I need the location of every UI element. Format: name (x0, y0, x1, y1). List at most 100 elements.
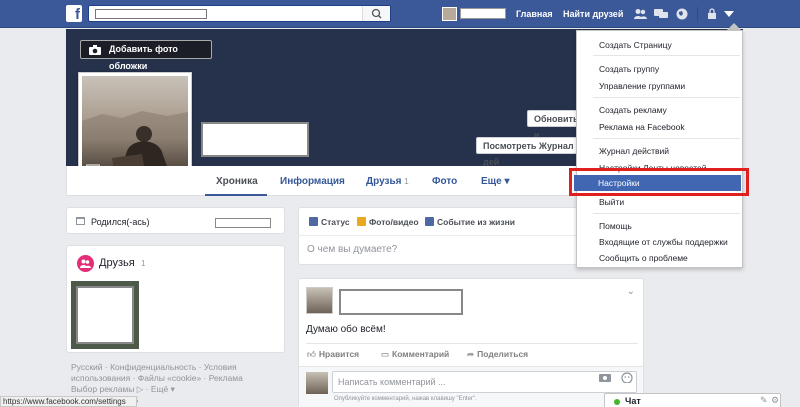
camera-icon (89, 44, 101, 61)
chat-bar[interactable]: Чат ✎ ⚙ (604, 393, 781, 407)
online-status-dot (614, 399, 620, 405)
commenter-avatar (306, 372, 328, 394)
comment-label: Комментарий (392, 349, 450, 359)
add-cover-photo-button[interactable]: Добавить фото обложки (80, 40, 212, 71)
composer-tab-status[interactable]: Статус (309, 217, 350, 227)
calendar-icon (76, 216, 85, 227)
footer-line[interactable]: Выбор рекламы ▷ · Ещё ▾ (71, 384, 271, 395)
facebook-logo[interactable]: f (66, 5, 82, 22)
like-button[interactable]: 👍︎ Нравится (307, 349, 359, 360)
menu-item-support-inbox[interactable]: Входящие от службы поддержки (599, 237, 741, 247)
search-input[interactable] (88, 5, 391, 22)
composer-tab-life-event[interactable]: Событие из жизни (425, 217, 515, 227)
settings-highlight-annotation (569, 168, 749, 196)
tab-photos[interactable]: Фото (432, 176, 457, 187)
account-menu-chevron-down-icon[interactable] (724, 9, 734, 21)
friends-icon (77, 255, 94, 272)
menu-divider (593, 97, 740, 98)
nav-profile-name-redaction[interactable] (460, 8, 506, 19)
nav-separator (697, 7, 698, 21)
ad-choices-icon: ▷ (136, 384, 144, 394)
menu-divider (593, 55, 740, 56)
menu-item-report-problem[interactable]: Сообщить о проблеме (599, 253, 688, 263)
composer-photo-label: Фото/видео (369, 217, 419, 227)
ad-choices-link[interactable]: Выбор рекламы (71, 384, 134, 394)
menu-item-create-ad[interactable]: Создать рекламу (599, 105, 667, 115)
friends-card-title[interactable]: Друзья (99, 257, 135, 269)
composer-input[interactable]: О чем вы думаете? (307, 244, 397, 255)
active-tab-indicator (205, 194, 267, 196)
chat-settings-gear-icon[interactable]: ⚙ (771, 395, 779, 406)
menu-item-manage-groups[interactable]: Управление группами (599, 81, 685, 91)
comment-sticker-icon[interactable] (621, 371, 633, 386)
post-text: Думаю обо всём! (306, 324, 386, 335)
more-chevron-down-icon: ▾ (504, 176, 510, 187)
comment-placeholder: Написать комментарий ... (338, 377, 446, 387)
friends-card-count: 1 (141, 259, 146, 268)
tab-more[interactable]: Еще ▾ (481, 176, 509, 187)
friend-thumbnail[interactable] (71, 281, 139, 349)
photo-icon (357, 217, 366, 226)
tab-timeline[interactable]: Хроника (216, 176, 258, 187)
menu-item-create-group[interactable]: Создать группу (599, 64, 659, 74)
thumbs-up-icon: 👍︎ (307, 349, 316, 359)
friends-card: Друзья 1 (66, 245, 285, 353)
search-button[interactable] (362, 6, 390, 21)
friend-requests-icon[interactable] (634, 8, 647, 23)
menu-item-create-page[interactable]: Создать Страницу (599, 40, 672, 50)
post-options-chevron-down-icon[interactable]: ⌄ (627, 286, 635, 297)
chat-label: Чат (625, 396, 641, 406)
menu-item-activity-log[interactable]: Журнал действий (599, 146, 669, 156)
view-activity-log-button[interactable]: Посмотреть Журнал дей (476, 137, 579, 167)
privacy-lock-icon[interactable] (707, 8, 717, 22)
tab-friends-label: Друзья (366, 176, 402, 187)
flag-icon (425, 217, 434, 226)
footer-more-link[interactable]: Ещё (151, 384, 168, 394)
post-divider (306, 343, 638, 344)
chevron-down-icon: ▾ (170, 384, 175, 394)
composer-status-label: Статус (321, 217, 350, 227)
composer-life-event-label: Событие из жизни (437, 217, 515, 227)
tab-more-label: Еще (481, 176, 502, 187)
top-bar: f Главная Найти друзей (0, 0, 800, 28)
friend-thumbnail-redaction (76, 286, 134, 344)
footer-line[interactable]: Русский · Конфиденциальность · Условия (71, 362, 271, 373)
post-author-avatar[interactable] (306, 287, 333, 314)
search-icon (371, 8, 382, 19)
browser-status-bar: https://www.facebook.com/settings (0, 396, 137, 407)
menu-item-help[interactable]: Помощь (599, 221, 632, 231)
tab-about[interactable]: Информация (280, 176, 345, 187)
update-info-button[interactable]: Обновить и (527, 110, 579, 140)
pencil-icon (309, 217, 318, 226)
timeline-post: ⌄ Думаю обо всём! 👍︎ Нравится ▭ Комментари… (298, 278, 644, 407)
tab-friends-count: 1 (404, 177, 409, 186)
comment-input[interactable]: Написать комментарий ... (332, 371, 637, 393)
menu-item-logout[interactable]: Выйти (599, 197, 624, 207)
post-author-name-redaction[interactable] (339, 289, 463, 315)
tab-friends[interactable]: Друзья 1 (366, 176, 409, 187)
composer-tab-photo[interactable]: Фото/видео (357, 217, 419, 227)
nav-home-link[interactable]: Главная (516, 9, 553, 19)
search-redaction (95, 9, 207, 19)
dropdown-pointer (727, 23, 741, 30)
share-button[interactable]: ➦ Поделиться (467, 349, 528, 360)
menu-item-advertise[interactable]: Реклама на Facebook (599, 122, 685, 132)
account-dropdown-menu: Создать Страницу Создать группу Управлен… (576, 30, 743, 268)
comment-camera-icon[interactable] (599, 371, 611, 386)
comment-hint: Опубликуйте комментарий, нажав клавишу "… (334, 396, 477, 402)
notifications-globe-icon[interactable] (676, 8, 688, 23)
comment-icon: ▭ (381, 349, 390, 359)
nav-find-friends-link[interactable]: Найти друзей (563, 9, 623, 19)
menu-divider (593, 213, 740, 214)
menu-divider (593, 138, 740, 139)
compose-message-icon[interactable]: ✎ (760, 395, 768, 406)
messages-icon[interactable] (654, 8, 668, 23)
footer-line[interactable]: использования · Файлы «cookie» · Реклама (71, 373, 271, 384)
profile-name-redaction (201, 122, 309, 157)
like-label: Нравится (318, 349, 360, 359)
born-label: Родился(-ась) (91, 217, 150, 227)
born-info-card: Родился(-ась) (66, 207, 285, 234)
share-label: Поделиться (477, 349, 529, 359)
comment-button[interactable]: ▭ Комментарий (381, 349, 449, 360)
nav-avatar[interactable] (442, 7, 457, 21)
